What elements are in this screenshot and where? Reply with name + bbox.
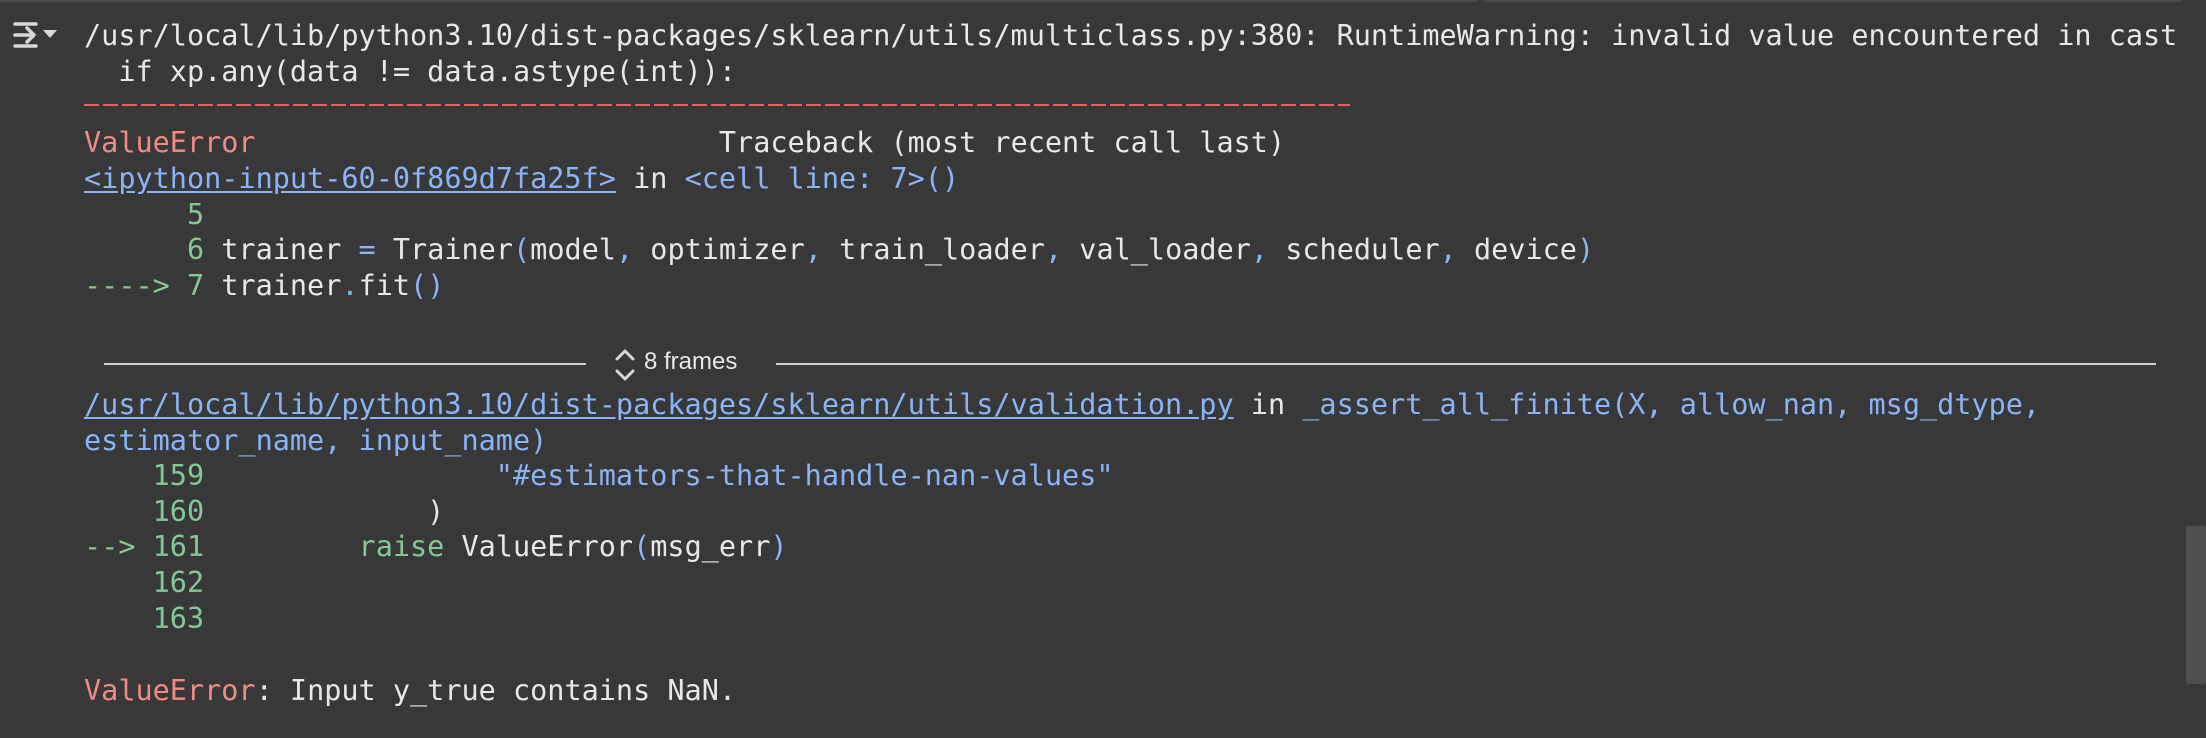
traceback-header: ValueError Traceback (most recent call l…: [84, 126, 1285, 160]
in-keyword: in: [1233, 388, 1303, 421]
function-name: _assert_all_finite: [1302, 388, 1612, 421]
code-token: raise: [204, 530, 445, 563]
code-token: optimizer: [633, 233, 805, 266]
code-token: (: [633, 530, 651, 563]
traceback-title: Traceback (most recent call last): [718, 126, 1286, 159]
code-line-7: ----> 7 trainer.fit(): [84, 269, 444, 303]
output-toggle-icon[interactable]: [12, 18, 60, 58]
code-token: ValueError: [444, 530, 634, 563]
final-error-message: : Input y_true contains NaN.: [255, 674, 737, 707]
top-divider-right: [1484, 0, 2206, 2]
frames-toggle-button[interactable]: 8 frames: [612, 346, 762, 381]
code-line-159: 159 "#estimators-that-handle-nan-values": [84, 459, 1114, 493]
code-token: ): [1576, 233, 1595, 266]
frames-rule-left: [104, 363, 586, 365]
code-token: ): [204, 495, 445, 528]
code-token: ,: [1250, 233, 1269, 266]
function-args-continued: estimator_name, input_name): [84, 424, 548, 457]
cell-location-line: <ipython-input-60-0f869d7fa25f> in <cell…: [84, 162, 959, 196]
code-token: trainer: [204, 269, 342, 302]
code-token: ,: [1044, 233, 1063, 266]
warning-code-line: if xp.any(data != data.astype(int)):: [84, 55, 737, 88]
code-token: model: [530, 233, 616, 266]
error-name: ValueError: [84, 126, 256, 159]
current-line-arrow: --> 161: [84, 530, 205, 563]
code-token: .: [341, 269, 359, 302]
output-scrollbar[interactable]: [2182, 0, 2206, 738]
cell-line-location: <cell line: 7>(): [684, 162, 960, 195]
code-token: ,: [615, 233, 634, 266]
code-token: "#estimators-that-handle-nan-values": [204, 459, 1114, 492]
code-token: (): [410, 269, 445, 302]
code-token: ,: [1439, 233, 1457, 266]
final-error-name: ValueError: [84, 674, 256, 707]
code-token: =: [358, 233, 376, 266]
code-token: Trainer: [375, 233, 513, 266]
frames-rule-right: [776, 363, 2156, 365]
final-error-line: ValueError: Input y_true contains NaN.: [84, 674, 736, 708]
code-token: device: [1456, 233, 1577, 266]
scrollbar-thumb[interactable]: [2186, 526, 2206, 684]
code-token: scheduler: [1268, 233, 1440, 266]
code-line-6: 6 trainer = Trainer(model, optimizer, tr…: [84, 233, 1594, 267]
code-line-5: 5: [84, 198, 205, 231]
code-token: ): [770, 530, 788, 563]
ipython-input-link[interactable]: <ipython-input-60-0f869d7fa25f>: [84, 162, 616, 195]
code-token: fit: [358, 269, 411, 302]
validation-file-link[interactable]: /usr/local/lib/python3.10/dist-packages/…: [84, 388, 1234, 421]
collapsed-frames-bar: 8 frames: [104, 346, 2156, 381]
code-token: ,: [804, 233, 822, 266]
line-number: 159: [84, 459, 205, 492]
top-divider-left: [0, 0, 1478, 2]
function-args: (X, allow_nan, msg_dtype,: [1611, 388, 2041, 421]
traceback-separator: [84, 104, 1350, 106]
validation-location-line: /usr/local/lib/python3.10/dist-packages/…: [84, 388, 2040, 422]
code-line-161: --> 161 raise ValueError(msg_err): [84, 530, 788, 564]
code-line-162: 162: [84, 566, 205, 599]
code-line-160: 160 ): [84, 495, 445, 529]
current-line-arrow: ----> 7: [84, 269, 205, 302]
code-token: val_loader: [1062, 233, 1251, 266]
line-number: 6: [84, 233, 205, 266]
code-token: trainer: [204, 233, 359, 266]
code-token: (: [513, 233, 531, 266]
code-line-163: 163: [84, 602, 205, 635]
frames-count-label: 8 frames: [644, 348, 738, 375]
line-number: 160: [84, 495, 205, 528]
header-spacer: [256, 126, 719, 159]
runtime-warning-line: /usr/local/lib/python3.10/dist-packages/…: [84, 19, 2178, 52]
in-keyword: in: [615, 162, 685, 195]
expand-collapse-icon: [615, 349, 635, 381]
code-token: train_loader: [821, 233, 1045, 266]
code-token: msg_err: [650, 530, 771, 563]
